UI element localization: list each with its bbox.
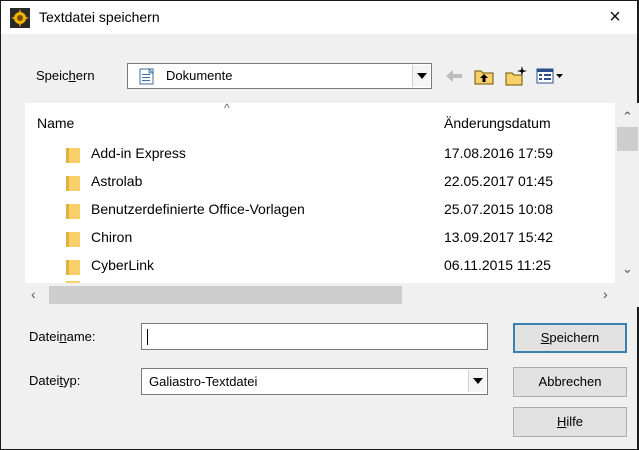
list-item-date: 17.08.2016 17:59	[444, 145, 553, 161]
filename-input[interactable]	[141, 323, 488, 350]
folder-icon	[66, 148, 80, 163]
scroll-up-icon[interactable]: ⌃	[622, 109, 633, 125]
horizontal-scroll-thumb[interactable]	[49, 286, 402, 304]
close-button[interactable]: ×	[593, 1, 637, 34]
file-list[interactable]: ^ Name Änderungsdatum Add-in Express 17.…	[25, 103, 639, 307]
cancel-button[interactable]: Abbrechen	[513, 367, 627, 397]
list-item-date: 25.07.2015 10:08	[444, 201, 553, 217]
filetype-label: Dateityp:	[29, 373, 81, 388]
list-item-name: Astrolab	[91, 173, 143, 189]
column-header-date[interactable]: Änderungsdatum	[444, 115, 551, 131]
list-item-name: Add-in Express	[91, 145, 186, 161]
vertical-scrollbar[interactable]: ⌃ ⌄	[615, 103, 639, 283]
folder-icon	[66, 204, 80, 219]
horizontal-scrollbar[interactable]: ‹ ›	[25, 283, 639, 307]
filetype-select[interactable]: Galiastro-Textdatei	[141, 368, 488, 395]
list-item-name: Chiron	[91, 229, 133, 245]
save-in-value: Dokumente	[166, 68, 233, 83]
filetype-value: Galiastro-Textdatei	[149, 374, 258, 389]
back-arrow-icon[interactable]	[443, 65, 465, 87]
filetype-dropdown-button[interactable]	[468, 370, 486, 392]
documents-folder-icon	[139, 68, 154, 85]
scroll-left-icon[interactable]: ‹	[31, 286, 36, 302]
list-item[interactable]: Astrolab 22.05.2017 01:45	[25, 169, 615, 193]
text-caret	[147, 329, 148, 345]
list-item[interactable]: CyberLink 06.11.2015 11:25	[25, 253, 615, 277]
list-item-date: 13.09.2017 15:42	[444, 229, 553, 245]
folder-icon	[66, 260, 80, 275]
list-item[interactable]: Benutzerdefinierte Office-Vorlagen 25.07…	[25, 197, 615, 221]
save-in-label: Speichern	[36, 68, 95, 83]
view-menu-icon[interactable]	[536, 65, 564, 87]
list-item[interactable]: Add-in Express 17.08.2016 17:59	[25, 141, 615, 165]
list-item-name: CyberLink	[91, 257, 155, 273]
filename-label: Dateiname:	[29, 329, 96, 344]
list-item-date: 22.05.2017 01:45	[444, 173, 553, 189]
save-button[interactable]: Speichern	[513, 323, 627, 353]
up-folder-icon[interactable]	[473, 65, 495, 87]
window-title: Textdatei speichern	[39, 9, 160, 25]
folder-icon	[66, 232, 80, 247]
column-header-name[interactable]: Name	[37, 115, 74, 131]
folder-icon	[66, 176, 80, 191]
close-icon: ×	[609, 6, 621, 28]
scroll-right-icon[interactable]: ›	[603, 286, 608, 302]
list-item-date: 06.11.2015 11:25	[444, 257, 551, 273]
new-folder-icon[interactable]	[505, 65, 527, 87]
app-icon	[10, 8, 30, 28]
save-in-combobox[interactable]: Dokumente	[127, 63, 432, 89]
list-item[interactable]: Chiron 13.09.2017 15:42	[25, 225, 615, 249]
vertical-scroll-thumb[interactable]	[617, 127, 638, 151]
save-dialog: Textdatei speichern × Speichern Dokument…	[0, 0, 639, 450]
list-item-name: Benutzerdefinierte Office-Vorlagen	[91, 201, 305, 217]
scroll-down-icon[interactable]: ⌄	[622, 261, 633, 277]
sort-indicator: ^	[224, 103, 230, 115]
help-button[interactable]: Hilfe	[513, 407, 627, 437]
save-in-dropdown-button[interactable]	[412, 65, 430, 87]
title-bar: Textdatei speichern ×	[1, 1, 637, 34]
